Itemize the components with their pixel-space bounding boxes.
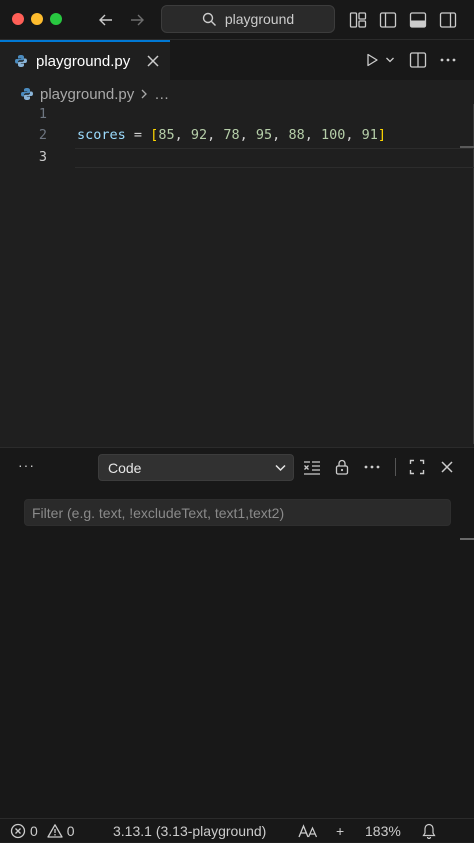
status-bar: 0 0 3.13.1 (3.13-playground) + 183%	[0, 818, 474, 842]
code-number: 95	[255, 127, 273, 143]
output-filter-input[interactable]	[24, 499, 451, 526]
minimize-window-button[interactable]	[31, 13, 43, 25]
zoom-window-button[interactable]	[50, 13, 62, 25]
arrow-left-icon[interactable]	[96, 10, 116, 30]
python-interpreter[interactable]: 3.13.1 (3.13-playground)	[113, 819, 266, 843]
toggle-panel-icon[interactable]	[407, 9, 429, 31]
panel-scroll-marker	[460, 538, 474, 540]
tab-label: playground.py	[36, 52, 131, 70]
lock-icon[interactable]	[332, 457, 352, 477]
code-number: 85	[158, 127, 175, 143]
code-number: 100	[320, 127, 346, 143]
python-file-icon	[14, 54, 28, 68]
code-operator: =	[125, 127, 151, 143]
current-line-highlight	[75, 148, 474, 168]
run-icon[interactable]	[362, 50, 382, 70]
line-number-current: 3	[38, 149, 47, 165]
error-count: 0	[30, 823, 38, 839]
close-icon[interactable]	[146, 54, 160, 68]
more-actions-icon[interactable]	[439, 51, 457, 69]
problems-indicator[interactable]: 0 0	[10, 819, 75, 843]
font-size-icon[interactable]	[298, 819, 318, 843]
code-number: 88	[288, 127, 305, 143]
command-center-search[interactable]: playground	[161, 5, 335, 33]
code-separator: ,	[239, 127, 256, 143]
line-number: 2	[38, 127, 47, 143]
search-text: playground	[224, 11, 295, 27]
customize-layout-icon[interactable]	[347, 9, 369, 31]
code-separator: ,	[272, 127, 289, 143]
clear-output-icon[interactable]	[302, 457, 322, 477]
toggle-sidebar-icon[interactable]	[377, 9, 399, 31]
panel-toolbar-divider	[395, 458, 396, 476]
code-number: 92	[190, 127, 208, 143]
editor-scroll-marker	[460, 146, 474, 148]
warning-count: 0	[66, 823, 75, 839]
breadcrumb-file[interactable]: playground.py	[40, 86, 134, 103]
panel-more-button[interactable]: ···	[18, 457, 35, 473]
chevron-right-icon	[140, 88, 148, 100]
more-icon[interactable]	[362, 457, 382, 477]
title-bar: playground	[0, 0, 474, 40]
chevron-down-icon	[274, 461, 287, 474]
code-separator: ,	[207, 127, 224, 143]
code-separator: ,	[174, 127, 191, 143]
python-file-icon	[20, 87, 34, 101]
line-number: 1	[38, 106, 47, 122]
code-number: 91	[361, 127, 378, 143]
zoom-in-button[interactable]: +	[336, 819, 344, 843]
search-icon	[202, 12, 217, 27]
warning-icon	[47, 823, 63, 839]
code-bracket: ]	[377, 127, 387, 143]
zoom-level[interactable]: 183%	[365, 819, 401, 843]
code-separator: ,	[345, 127, 362, 143]
toggle-secondary-sidebar-icon[interactable]	[437, 9, 459, 31]
maximize-panel-icon[interactable]	[407, 457, 427, 477]
breadcrumb-ellipsis[interactable]: …	[154, 86, 169, 103]
bell-icon[interactable]	[422, 819, 436, 843]
code-number: 78	[223, 127, 240, 143]
error-icon	[10, 823, 26, 839]
close-window-button[interactable]	[12, 13, 24, 25]
close-panel-icon[interactable]	[437, 457, 457, 477]
code-variable: scores	[77, 127, 126, 143]
tab-playground-py[interactable]: playground.py	[0, 40, 170, 80]
code-separator: ,	[304, 127, 321, 143]
output-channel-value: Code	[108, 459, 142, 476]
code-line[interactable]: scores = [85, 92, 78, 95, 88, 100, 91]	[77, 127, 386, 143]
split-editor-icon[interactable]	[407, 49, 429, 71]
output-channel-select[interactable]: Code	[98, 454, 294, 481]
chevron-down-icon[interactable]	[383, 52, 397, 68]
breadcrumb: playground.py …	[20, 84, 169, 104]
arrow-right-icon[interactable]	[127, 10, 147, 30]
